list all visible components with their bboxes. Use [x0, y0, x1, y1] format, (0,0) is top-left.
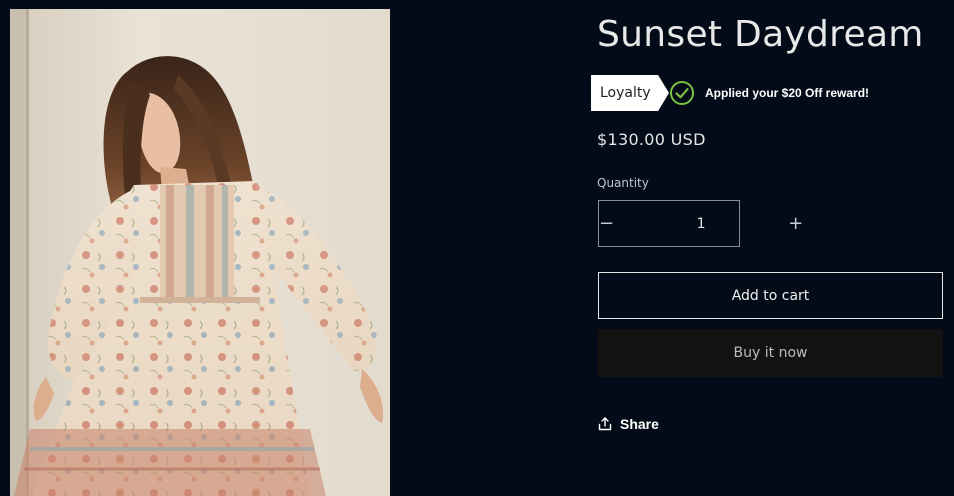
check-circle-icon	[670, 81, 694, 105]
quantity-label: Quantity	[597, 176, 649, 190]
add-to-cart-button[interactable]: Add to cart	[598, 272, 943, 319]
product-page: Sunset Daydream Loyalty Applied your $20…	[0, 0, 954, 496]
dress-photo	[10, 9, 390, 496]
quantity-stepper: − +	[598, 200, 803, 247]
share-label: Share	[620, 416, 659, 432]
loyalty-message: Applied your $20 Off reward!	[705, 86, 870, 100]
buy-it-now-button[interactable]: Buy it now	[598, 329, 943, 377]
quantity-input[interactable]	[614, 215, 789, 232]
share-icon	[598, 417, 612, 431]
product-title: Sunset Daydream	[597, 14, 924, 55]
product-image[interactable]	[10, 9, 390, 496]
share-button[interactable]: Share	[598, 414, 659, 434]
loyalty-tag: Loyalty	[591, 75, 669, 111]
loyalty-banner: Loyalty Applied your $20 Off reward!	[591, 75, 869, 111]
increase-quantity-button[interactable]: +	[788, 201, 803, 246]
decrease-quantity-button[interactable]: −	[599, 201, 614, 246]
product-price: $130.00 USD	[597, 130, 706, 149]
